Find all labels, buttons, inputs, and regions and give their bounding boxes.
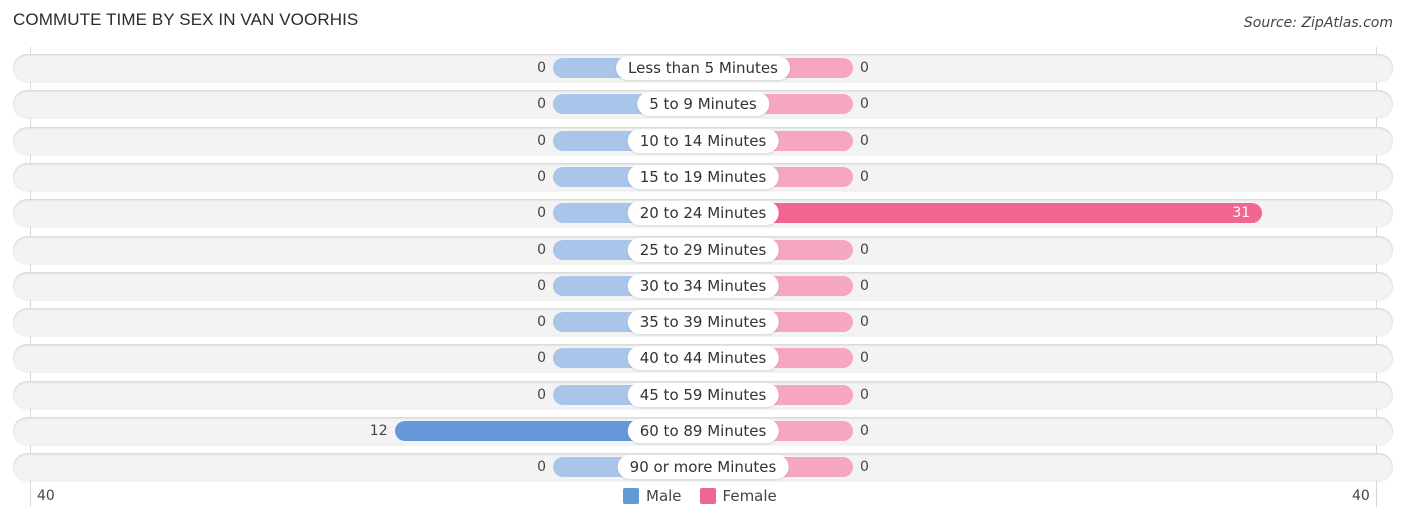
value-label-female: 0 — [860, 423, 869, 439]
value-label-female: 0 — [860, 132, 869, 149]
value-label-male: 0 — [537, 205, 546, 222]
category-label: 90 or more Minutes — [617, 455, 789, 480]
value-label-female: 0 — [860, 277, 869, 294]
value-label-female: 0 — [860, 350, 869, 367]
value-label-male: 0 — [537, 459, 546, 476]
value-label-male: 0 — [537, 350, 546, 367]
value-label-female: 31 — [1232, 205, 1251, 222]
category-label: 5 to 9 Minutes — [637, 92, 769, 117]
category-label: 40 to 44 Minutes — [627, 346, 779, 371]
chart-title: COMMUTE TIME BY SEX IN VAN VOORHIS — [13, 10, 359, 29]
bar-female[interactable] — [703, 203, 1263, 224]
value-label-male: 12 — [369, 423, 388, 439]
category-label: Less than 5 Minutes — [616, 56, 790, 80]
category-label: 45 to 59 Minutes — [627, 382, 779, 407]
value-label-male: 0 — [537, 168, 546, 185]
value-label-female: 0 — [860, 241, 869, 258]
category-label: 30 to 34 Minutes — [627, 273, 779, 298]
value-label-male: 0 — [537, 277, 546, 294]
left-axis-tick: 40 — [37, 488, 55, 504]
legend: Male Female — [623, 487, 777, 505]
source-label: Source: ZipAtlas.com — [1243, 15, 1393, 31]
value-label-male: 0 — [537, 386, 546, 403]
value-label-female: 0 — [860, 386, 869, 403]
legend-item-female[interactable]: Female — [699, 487, 777, 505]
value-label-male: 0 — [537, 314, 546, 331]
legend-item-male[interactable]: Male — [623, 487, 682, 505]
category-label: 60 to 89 Minutes — [627, 419, 779, 443]
category-label: 35 to 39 Minutes — [627, 310, 779, 335]
legend-label-female: Female — [722, 487, 777, 505]
value-label-male: 0 — [537, 241, 546, 258]
value-label-female: 0 — [860, 96, 869, 113]
legend-swatch-female — [699, 488, 716, 504]
value-label-female: 0 — [860, 168, 869, 185]
right-axis-tick: 40 — [1352, 488, 1370, 504]
category-label: 15 to 19 Minutes — [627, 164, 779, 189]
value-label-male: 0 — [537, 132, 546, 149]
value-label-female: 0 — [860, 60, 869, 76]
legend-label-male: Male — [646, 487, 682, 505]
category-label: 20 to 24 Minutes — [627, 201, 779, 226]
value-label-female: 0 — [860, 314, 869, 331]
category-label: 25 to 29 Minutes — [627, 237, 779, 262]
value-label-female: 0 — [860, 459, 869, 476]
value-label-male: 0 — [537, 60, 546, 76]
value-label-male: 0 — [537, 96, 546, 113]
category-label: 10 to 14 Minutes — [627, 128, 779, 153]
legend-swatch-male — [623, 488, 639, 504]
